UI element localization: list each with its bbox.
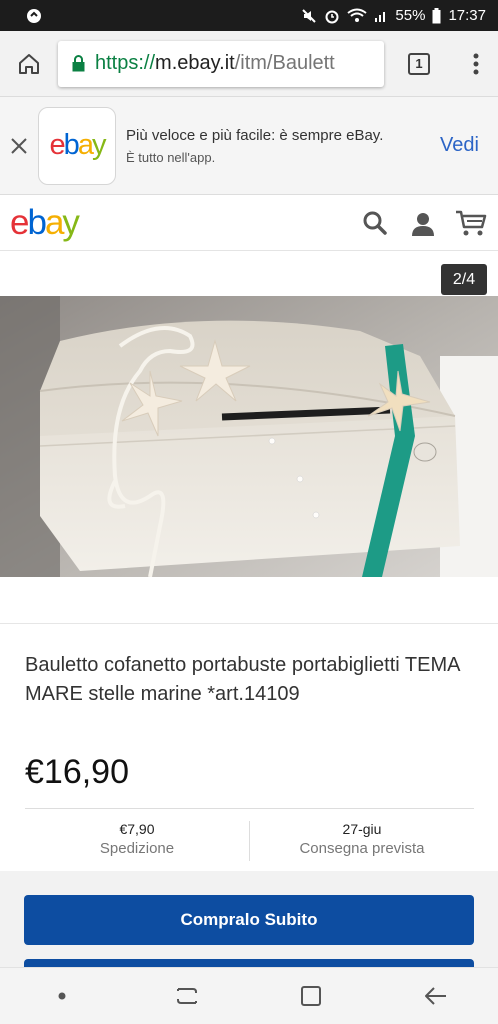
clock: 17:37 — [448, 7, 486, 24]
shipping-info: €7,90 Spedizione 27-giu Consegna previst… — [25, 808, 474, 861]
app-install-banner: ebay Più veloce e più facile: è sempre e… — [0, 97, 498, 195]
shipping-value: €7,90 — [119, 821, 155, 837]
cart-button[interactable] — [454, 206, 488, 240]
battery-percent: 55% — [395, 7, 426, 24]
url-scheme: https:// — [95, 52, 156, 74]
square-icon — [301, 986, 322, 1006]
shipping-cost: €7,90 Spedizione — [25, 821, 249, 857]
url-path: /itm/Baulett — [234, 52, 335, 74]
recents-icon — [176, 988, 197, 1004]
recents-button[interactable] — [157, 974, 217, 1018]
overflow-menu-button[interactable] — [454, 31, 498, 97]
sync-icon — [26, 8, 42, 24]
nav-dot-button[interactable] — [32, 974, 92, 1018]
home-button[interactable] — [0, 31, 58, 97]
signal-icon — [374, 9, 388, 23]
tabs-button[interactable]: 1 — [384, 31, 454, 97]
search-icon — [363, 211, 387, 235]
user-icon — [412, 212, 434, 236]
close-icon — [11, 137, 27, 154]
url-host: m.ebay.it — [155, 52, 235, 74]
product-photo[interactable] — [0, 296, 498, 577]
image-counter: 2/4 — [441, 264, 487, 295]
delivery-estimate: 27-giu Consegna prevista — [250, 821, 474, 857]
shipping-label: Spedizione — [99, 840, 175, 857]
battery-icon — [432, 7, 441, 24]
delivery-value: 27-giu — [342, 821, 382, 837]
view-app-link[interactable]: Vedi — [440, 134, 498, 157]
banner-subtitle: È tutto nell'app. — [126, 149, 216, 165]
banner-text: Più veloce e più facile: è sempre eBay. … — [126, 127, 440, 165]
system-nav-bar — [0, 967, 498, 1024]
image-gallery[interactable]: 2/4 — [0, 252, 498, 624]
ebay-logo[interactable]: ebay — [10, 203, 358, 243]
wifi-icon — [347, 8, 368, 24]
browser-toolbar: https://m.ebay.it/itm/Baulett 1 — [0, 31, 498, 97]
url-field[interactable]: https://m.ebay.it/itm/Baulett — [58, 40, 384, 87]
site-header: ebay — [0, 195, 498, 251]
home-icon — [19, 53, 39, 74]
alarm-icon — [324, 8, 340, 24]
home-nav-button[interactable] — [281, 974, 341, 1018]
action-area: Compralo Subito — [0, 871, 498, 979]
banner-close-button[interactable] — [0, 97, 38, 195]
back-button[interactable] — [406, 974, 466, 1018]
ebay-app-icon: ebay — [38, 106, 116, 185]
mute-icon — [301, 8, 317, 24]
cart-icon — [456, 210, 487, 235]
account-button[interactable] — [406, 206, 440, 240]
product-title: Bauletto cofanetto portabuste portabigli… — [25, 654, 460, 705]
buy-now-button[interactable]: Compralo Subito — [24, 895, 474, 945]
search-button[interactable] — [358, 206, 392, 240]
lock-icon — [72, 55, 85, 72]
page: 55% 17:37 https://m.ebay.it/itm/Baulett … — [0, 0, 498, 1024]
tab-count: 1 — [408, 52, 430, 75]
more-vert-icon — [473, 53, 479, 74]
dot-icon — [58, 992, 66, 1000]
banner-title: Più veloce e più facile: è sempre eBay. — [126, 126, 384, 144]
app-icon-logo: ebay — [49, 129, 107, 161]
product-price: €16,90 — [25, 753, 129, 791]
back-arrow-icon — [424, 987, 446, 1005]
delivery-label: Consegna prevista — [299, 840, 425, 857]
status-bar: 55% 17:37 — [0, 0, 498, 31]
